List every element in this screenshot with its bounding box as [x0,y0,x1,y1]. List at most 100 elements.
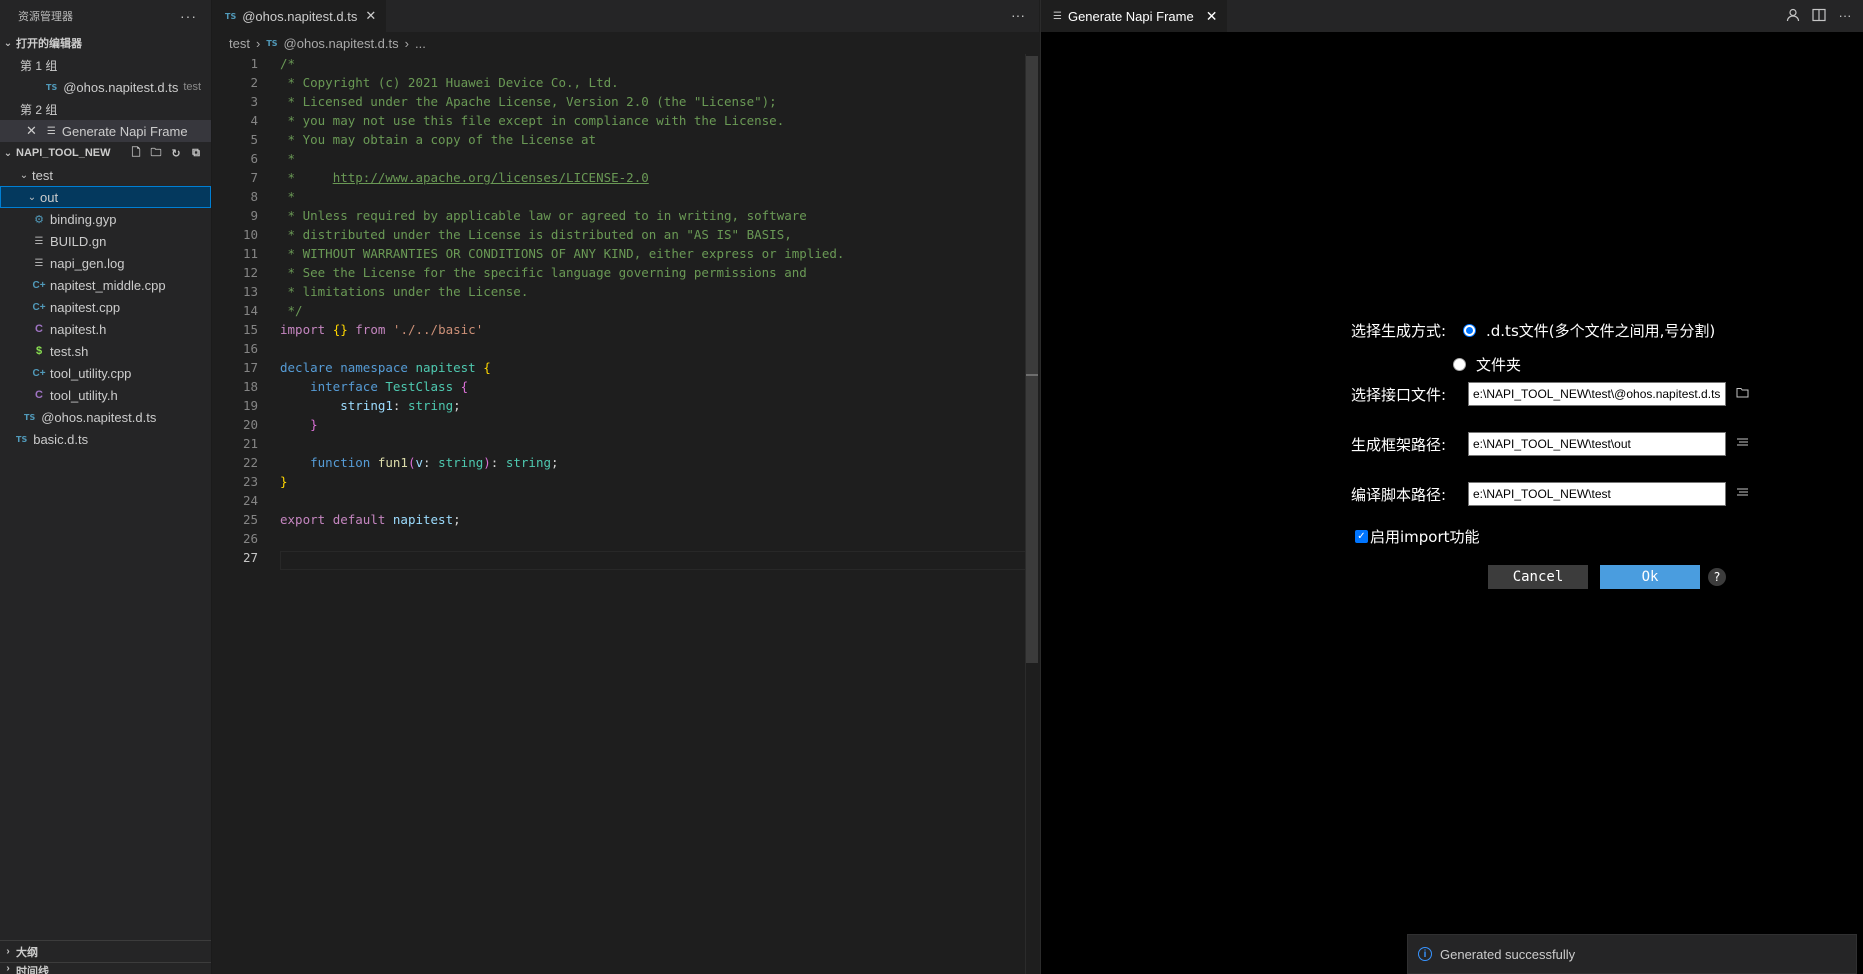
folder-label: out [40,189,59,205]
tree-file[interactable]: ☰ BUILD.gn [0,230,211,252]
tab-label: Generate Napi Frame [1067,8,1194,24]
folder-icon[interactable] [1736,387,1749,401]
tab-napitest[interactable]: TS @ohos.napitest.d.ts ✕ [213,0,387,32]
more-actions-icon[interactable]: ··· [1011,7,1025,23]
tree-file[interactable]: C+ tool_utility.cpp [0,362,211,384]
tree-file[interactable]: ⚙ binding.gyp [0,208,211,230]
tree-file[interactable]: TS @ohos.napitest.d.ts [0,406,211,428]
new-folder-icon[interactable]: 🗀 [149,146,163,160]
breadcrumb-more[interactable]: ... [415,36,426,51]
folder-browse-icon[interactable] [1736,437,1749,451]
chevron-down-icon: ⌄ [27,191,37,203]
code-area[interactable]: 1/* 2 * Copyright (c) 2021 Huawei Device… [213,54,1039,974]
buttons-row: Cancel Ok ? [1488,565,1726,589]
tree-file[interactable]: C napitest.h [0,318,211,340]
tab-generate-napi-frame[interactable]: ☰ Generate Napi Frame ✕ [1041,0,1228,32]
script-path-input[interactable]: e:\NAPI_TOOL_NEW\test [1468,482,1726,506]
notification-toast: i Generated successfully [1407,934,1857,974]
chevron-right-icon: › [6,946,10,957]
help-icon[interactable]: ? [1708,568,1726,586]
code-line: 12 * See the License for the specific la… [242,265,807,280]
code-line: 26 [242,531,258,546]
import-checkbox[interactable]: ✓ [1355,530,1368,543]
sh-icon: $ [35,345,43,357]
group-2-label: 第 2 组 [20,102,58,117]
cancel-button[interactable]: Cancel [1488,565,1588,589]
code-line: 4 * you may not use this file except in … [250,113,785,128]
file-label: tool_utility.h [50,387,118,403]
code-line: 3 * Licensed under the Apache License, V… [250,94,777,109]
tree-file[interactable]: TS basic.d.ts [0,428,211,450]
folder-browse-icon[interactable] [1736,487,1749,501]
code-line: 18 interface TestClass { [242,379,469,394]
new-file-icon[interactable]: 🗋 [129,146,143,160]
cpp-icon: C+ [32,367,46,379]
code-line: 16 [242,341,258,356]
license-link[interactable]: http://www.apache.org/licenses/LICENSE-2… [333,168,649,187]
typescript-icon: TS [266,38,278,48]
mode-label: 选择生成方式: [1351,322,1447,340]
typescript-icon: TS [16,434,28,444]
breadcrumb-folder[interactable]: test [229,36,250,51]
panel-tabbar: ☰ Generate Napi Frame ✕ ··· [1041,0,1863,32]
folder-label: test [32,167,53,183]
breadcrumb-file[interactable]: @ohos.napitest.d.ts [284,36,399,51]
editor-group-2[interactable]: 第 2 组 [0,98,211,120]
script-row: 编译脚本路径: e:\NAPI_TOOL_NEW\test [1351,482,1749,506]
more-actions-icon[interactable]: ··· [1837,6,1853,24]
output-path-input[interactable]: e:\NAPI_TOOL_NEW\test\out [1468,432,1726,456]
collapse-all-icon[interactable]: ⧉ [189,146,203,160]
split-editor-icon[interactable] [1811,6,1827,24]
more-actions-icon[interactable]: ··· [180,8,197,24]
tree-file[interactable]: ☰ napi_gen.log [0,252,211,274]
file-label: BUILD.gn [50,233,107,249]
tree-file[interactable]: $ test.sh [0,340,211,362]
code-line: 17 declare namespace napitest { [242,360,491,375]
code-line: 14 */ [242,303,303,318]
mode-row: 选择生成方式: .d.ts文件(多个文件之间用,号分割) [1351,320,1715,341]
preview-icon: ☰ [1053,10,1062,22]
refresh-icon[interactable]: ↻ [169,146,183,160]
open-editors-section[interactable]: ⌄ 打开的编辑器 [0,32,211,54]
timeline-label: 时间线 [16,966,49,974]
code-line: 1/* [250,56,296,71]
tree-file[interactable]: C+ napitest.cpp [0,296,211,318]
scrollbar-thumb[interactable] [1026,56,1038,663]
account-icon[interactable] [1785,6,1801,24]
ok-button[interactable]: Ok [1600,565,1700,589]
file-label: tool_utility.cpp [50,365,132,381]
project-section[interactable]: ⌄ NAPI_TOOL_NEW 🗋 🗀 ↻ ⧉ [0,142,211,164]
tree-file[interactable]: C tool_utility.h [0,384,211,406]
project-actions: 🗋 🗀 ↻ ⧉ [129,146,203,160]
mode-row-folder: 文件夹 [1453,354,1521,375]
typescript-icon: TS [46,82,58,92]
code-line: 22 function fun1(v: string): string; [242,455,559,470]
group-1-label: 第 1 组 [20,58,58,73]
mode-radio-folder[interactable] [1453,358,1466,371]
chevron-down-icon: ⌄ [3,37,13,49]
close-icon[interactable]: ✕ [365,8,376,24]
interface-file-input[interactable]: e:\NAPI_TOOL_NEW\test\@ohos.napitest.d.t… [1468,382,1726,406]
gyp-icon: ⚙ [34,213,44,226]
tree-folder-out[interactable]: ⌄ out [0,186,211,208]
editor-group-1[interactable]: 第 1 组 [0,54,211,76]
code-line: 24 [242,493,258,508]
file-label: napitest_middle.cpp [50,277,166,293]
mode-option-dts-label: .d.ts文件(多个文件之间用,号分割) [1486,322,1716,340]
tree-file[interactable]: C+ napitest_middle.cpp [0,274,211,296]
close-icon[interactable]: ✕ [26,123,37,139]
tree-folder-test[interactable]: ⌄ test [0,164,211,186]
open-editor-label: Generate Napi Frame [61,123,188,139]
mode-option-folder-label: 文件夹 [1476,356,1522,374]
code-line: 15 import {} from './../basic' [242,322,484,337]
explorer-sidebar: 资源管理器 ··· ⌄ 打开的编辑器 第 1 组 TS @ohos.napite… [0,0,212,974]
open-editor-item-napitest[interactable]: TS @ohos.napitest.d.ts test [0,76,211,98]
timeline-section[interactable]: › 时间线 [0,962,211,974]
file-label: napitest.h [50,321,107,337]
close-icon[interactable]: ✕ [1206,8,1218,25]
mode-radio-dts[interactable] [1463,324,1476,337]
outline-section[interactable]: › 大纲 [0,940,211,962]
preview-icon: ☰ [46,125,56,137]
cpp-icon: C+ [32,301,46,313]
open-editor-item-generate-napi-frame[interactable]: ✕ ☰ Generate Napi Frame [0,120,211,142]
